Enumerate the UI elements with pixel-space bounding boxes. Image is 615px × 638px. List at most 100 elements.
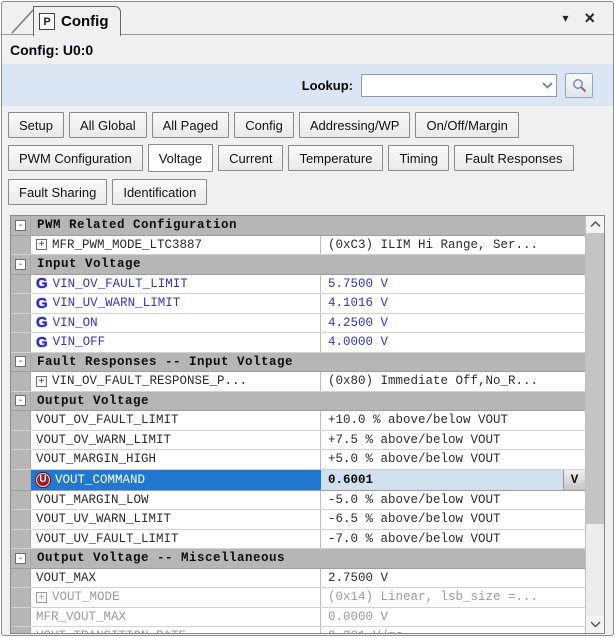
tab-all-global[interactable]: All Global (68, 112, 147, 138)
tab-fault-sharing[interactable]: Fault Sharing (8, 179, 108, 205)
param-value-cell[interactable]: +10.0 % above/below VOUT (321, 411, 585, 430)
tab-timing[interactable]: Timing (388, 145, 449, 171)
param-row-vin-ov-fault-response-p[interactable]: + VIN_OV_FAULT_RESPONSE_P... (0x80) Immedi… (11, 372, 585, 392)
param-row-vout-max[interactable]: VOUT_MAX 2.7500 V (11, 568, 585, 588)
chevron-down-icon[interactable] (538, 75, 556, 96)
lookup-input[interactable] (362, 74, 538, 96)
scrollbar-thumb[interactable] (586, 233, 604, 525)
param-value-cell[interactable]: (0x14) Linear, lsb_size =... (321, 588, 585, 607)
expand-icon[interactable]: + (36, 591, 47, 603)
section-label: Output Voltage (37, 393, 150, 408)
param-name-cell[interactable]: G VIN_ON (31, 313, 321, 332)
param-name-cell[interactable]: VOUT_MAX (31, 568, 321, 587)
param-row-vin-off[interactable]: G VIN_OFF 4.0000 V (11, 333, 585, 353)
param-name-cell[interactable]: + VOUT_MODE (31, 588, 321, 607)
param-name-cell[interactable]: G VIN_OV_FAULT_LIMIT (31, 274, 321, 293)
param-value-cell[interactable]: +5.0 % above/below VOUT (321, 450, 585, 469)
param-value-cell[interactable]: 2.7500 V (321, 569, 585, 588)
param-value-cell[interactable]: (0xC3) ILIM Hi Range, Ser... (321, 236, 585, 255)
param-name-cell[interactable]: + VIN_OV_FAULT_RESPONSE_P... (31, 372, 321, 391)
tab-config[interactable]: P Config (33, 6, 122, 36)
title-controls: ▾ × (562, 9, 595, 27)
collapse-icon[interactable]: - (15, 552, 26, 564)
row-gutter (11, 568, 31, 587)
tab-config[interactable]: Config (234, 112, 294, 138)
param-name-cell[interactable]: VOUT_TRANSITION_RATE (31, 627, 321, 633)
param-row-mfr-pwm-mode-ltc3887[interactable]: + MFR_PWM_MODE_LTC3887 (0xC3) ILIM Hi Rang… (11, 235, 585, 255)
param-name-cell[interactable]: VOUT_OV_WARN_LIMIT (31, 430, 321, 449)
param-value-cell[interactable]: -5.0 % above/below VOUT (321, 491, 585, 510)
collapse-icon[interactable]: - (15, 258, 26, 270)
param-value: -6.5 % above/below VOUT (328, 512, 501, 527)
param-row-vin-ov-fault-limit[interactable]: G VIN_OV_FAULT_LIMIT 5.7500 V (11, 274, 585, 294)
param-value-cell[interactable]: (0x80) Immediate Off,No_R... (321, 372, 585, 391)
param-name-cell[interactable]: VOUT_OV_FAULT_LIMIT (31, 411, 321, 430)
param-value-cell[interactable]: 4.0000 V (321, 333, 585, 352)
param-row-vout-uv-warn-limit[interactable]: VOUT_UV_WARN_LIMIT -6.5 % above/below VOU… (11, 510, 585, 530)
tab-identification[interactable]: Identification (112, 179, 208, 205)
scrollbar-track[interactable] (586, 233, 604, 616)
collapse-icon[interactable]: - (15, 395, 26, 407)
unit-button[interactable]: V (563, 469, 585, 490)
param-value-cell[interactable]: -6.5 % above/below VOUT (321, 510, 585, 529)
tab-voltage[interactable]: Voltage (147, 144, 214, 172)
tab-pwm-configuration[interactable]: PWM Configuration (8, 145, 143, 171)
param-name-cell[interactable]: VOUT_MARGIN_LOW (31, 490, 321, 509)
param-row-vout-transition-rate[interactable]: VOUT_TRANSITION_RATE 0.301 V/ms (11, 627, 585, 633)
tab-on-off-margin[interactable]: On/Off/Margin (415, 112, 519, 138)
tab-all-paged[interactable]: All Paged (151, 112, 230, 138)
param-row-vout-margin-high[interactable]: VOUT_MARGIN_HIGH +5.0 % above/below VOUT (11, 450, 585, 470)
collapse-icon[interactable]: - (15, 356, 26, 368)
section-row-output-voltage[interactable]: - Output Voltage (11, 391, 585, 411)
row-gutter (11, 294, 31, 313)
section-row-input-voltage[interactable]: - Input Voltage (11, 255, 585, 275)
param-row-vout-ov-warn-limit[interactable]: VOUT_OV_WARN_LIMIT +7.5 % above/below VOU… (11, 430, 585, 450)
dock-menu-icon[interactable]: ▾ (562, 12, 568, 24)
param-row-vout-command[interactable]: U VOUT_COMMAND 0.6001 V (11, 469, 585, 491)
expand-icon[interactable]: + (36, 375, 47, 387)
param-row-vin-on[interactable]: G VIN_ON 4.2500 V (11, 313, 585, 333)
scroll-up-button[interactable] (586, 216, 604, 233)
param-value-cell[interactable]: -7.0 % above/below VOUT (321, 530, 585, 549)
section-row-fault-responses-input-voltage[interactable]: - Fault Responses -- Input Voltage (11, 352, 585, 372)
param-name-cell[interactable]: VOUT_UV_WARN_LIMIT (31, 510, 321, 529)
close-icon[interactable]: × (584, 9, 595, 27)
tab-setup[interactable]: Setup (8, 112, 64, 138)
param-name-cell[interactable]: U VOUT_COMMAND (31, 469, 321, 490)
section-row-output-voltage-miscellaneous[interactable]: - Output Voltage -- Miscellaneous (11, 549, 585, 569)
param-value-cell[interactable]: 5.7500 V (321, 275, 585, 294)
param-name-cell[interactable]: VOUT_UV_FAULT_LIMIT (31, 529, 321, 548)
param-row-mfr-vout-max[interactable]: MFR_VOUT_MAX 0.0000 V (11, 607, 585, 627)
param-name-cell[interactable]: G VIN_UV_WARN_LIMIT (31, 294, 321, 313)
param-value: +7.5 % above/below VOUT (328, 432, 501, 447)
param-row-vout-margin-low[interactable]: VOUT_MARGIN_LOW -5.0 % above/below VOUT (11, 490, 585, 510)
param-row-vout-ov-fault-limit[interactable]: VOUT_OV_FAULT_LIMIT +10.0 % above/below V… (11, 411, 585, 431)
row-gutter (11, 627, 31, 633)
param-row-vout-uv-fault-limit[interactable]: VOUT_UV_FAULT_LIMIT -7.0 % above/below VO… (11, 529, 585, 549)
expand-icon[interactable]: + (36, 239, 47, 251)
tab-fault-responses[interactable]: Fault Responses (453, 145, 574, 171)
param-value-cell[interactable]: 0.0000 V (321, 608, 585, 627)
param-value-cell[interactable]: 4.2500 V (321, 314, 585, 333)
param-value-cell[interactable]: +7.5 % above/below VOUT (321, 431, 585, 450)
section-row-pwm-related-configuration[interactable]: - PWM Related Configuration (11, 216, 585, 236)
scrollbar[interactable] (585, 216, 604, 633)
lookup-combobox[interactable] (361, 73, 557, 97)
param-name-cell[interactable]: + MFR_PWM_MODE_LTC3887 (31, 235, 321, 254)
param-row-vout-mode[interactable]: + VOUT_MODE (0x14) Linear, lsb_size =... (11, 588, 585, 608)
param-name-cell[interactable]: MFR_VOUT_MAX (31, 607, 321, 626)
param-value: (0x80) Immediate Off,No_R... (328, 374, 539, 389)
scroll-down-button[interactable] (586, 616, 604, 633)
param-value-cell[interactable]: 0.6001 V (321, 469, 585, 490)
param-name-cell[interactable]: VOUT_MARGIN_HIGH (31, 450, 321, 469)
search-button[interactable] (565, 72, 593, 98)
param-row-vin-uv-warn-limit[interactable]: G VIN_UV_WARN_LIMIT 4.1016 V (11, 294, 585, 314)
param-value-cell[interactable]: 4.1016 V (321, 294, 585, 313)
collapse-icon[interactable]: - (15, 219, 26, 231)
tab-current[interactable]: Current (218, 145, 284, 171)
global-icon: G (36, 294, 48, 312)
param-value-cell[interactable]: 0.301 V/ms (321, 627, 585, 633)
tab-addressing-wp[interactable]: Addressing/WP (298, 112, 411, 138)
param-name-cell[interactable]: G VIN_OFF (31, 333, 321, 352)
tab-temperature[interactable]: Temperature (288, 145, 384, 171)
